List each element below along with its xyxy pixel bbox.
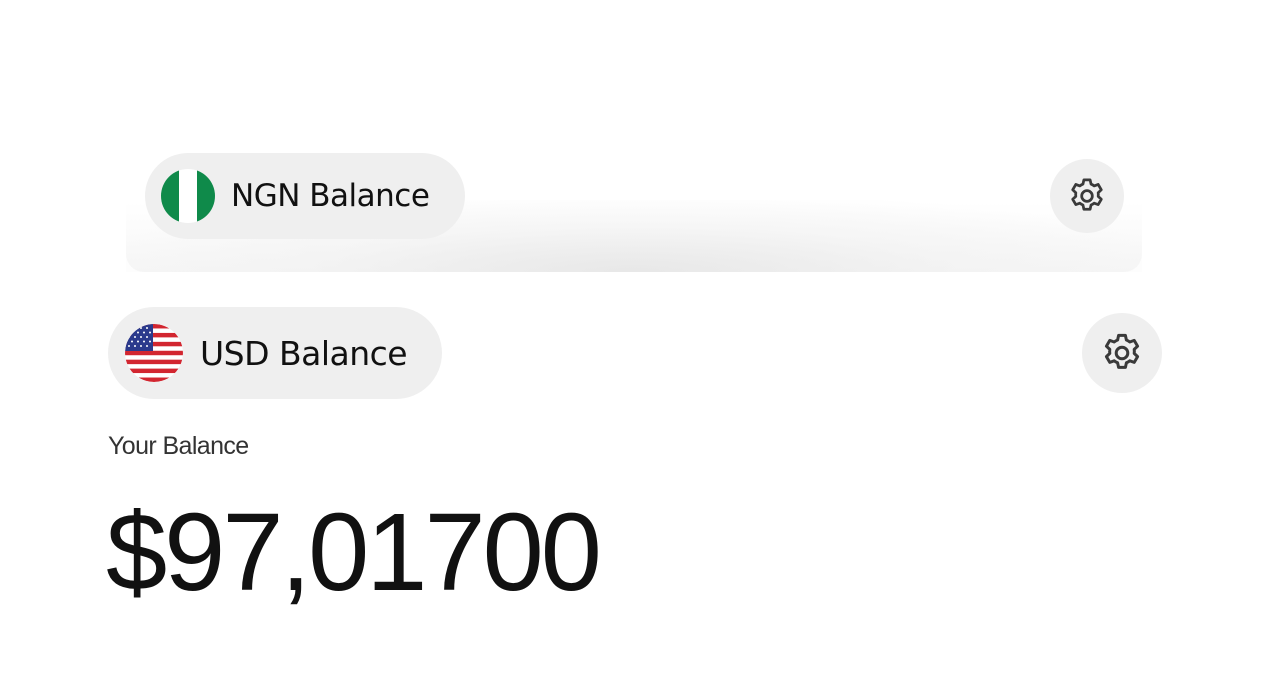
ngn-settings-button[interactable]	[1050, 159, 1124, 233]
ngn-balance-label: NGN Balance	[231, 178, 430, 214]
usd-currency-selector[interactable]: USD Balance	[108, 307, 442, 399]
gear-icon	[1104, 333, 1140, 369]
nigeria-flag-icon	[161, 169, 215, 223]
usd-balance-label: USD Balance	[200, 333, 408, 373]
gear-icon	[1071, 178, 1103, 211]
usd-settings-button[interactable]	[1082, 313, 1162, 393]
your-balance-label: Your Balance	[108, 432, 249, 460]
balance-amount: $97,01700	[106, 491, 602, 614]
balance-card-stack: NGN Balance USD Balance Your Balance $97…	[0, 0, 1268, 676]
us-flag-icon	[125, 324, 183, 382]
ngn-currency-selector[interactable]: NGN Balance	[145, 153, 465, 239]
